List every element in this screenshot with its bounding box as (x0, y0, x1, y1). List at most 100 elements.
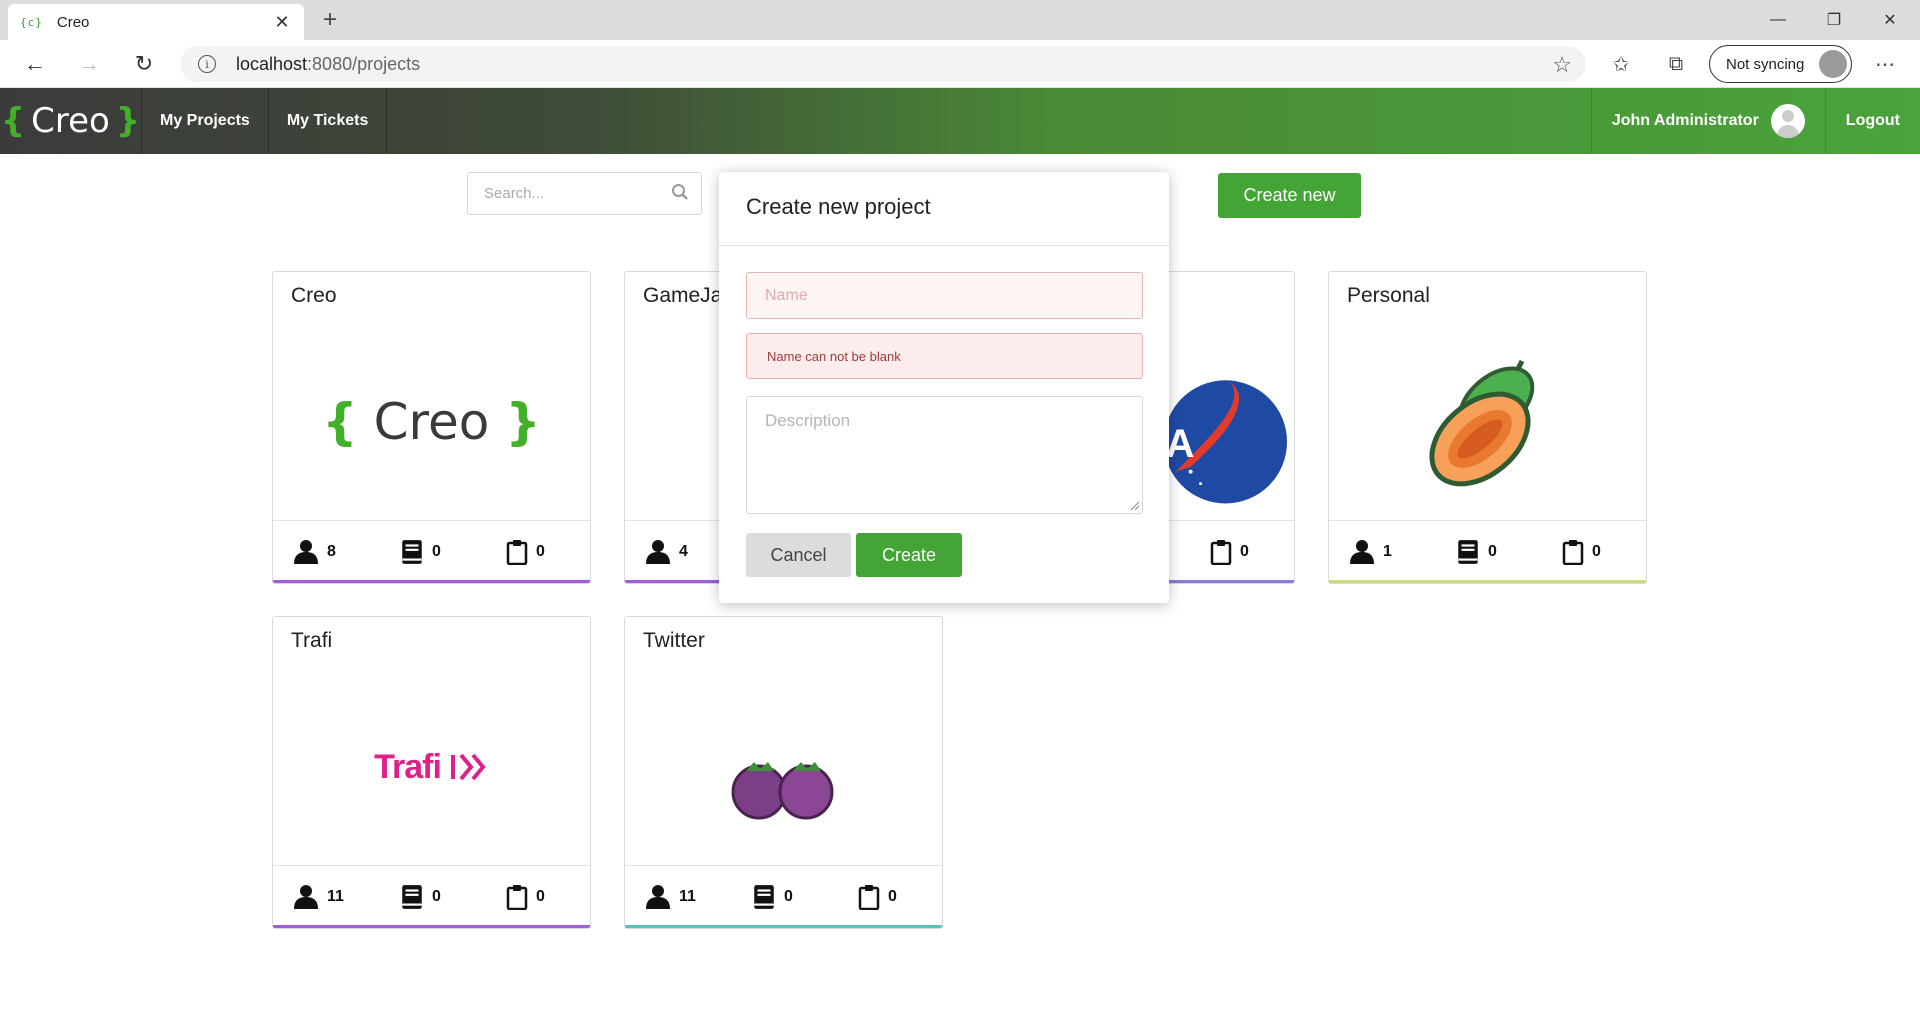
user-icon (1350, 540, 1374, 564)
search-placeholder: Search... (484, 185, 545, 202)
collections-icon[interactable]: ⧉ (1662, 50, 1690, 78)
project-title: Twitter (643, 629, 705, 652)
new-tab-icon[interactable]: + (316, 6, 344, 34)
svg-text:A: A (1166, 422, 1195, 466)
members-count: 11 (327, 888, 344, 905)
project-card-twitter[interactable]: Twitter 11 0 0 (624, 616, 943, 929)
favorite-star-icon[interactable]: ☆ (1552, 52, 1572, 78)
card-accent (273, 925, 590, 928)
browser-address-bar: ← → ↻ i localhost:8080/projects ☆ ✩ ⧉ No… (0, 40, 1920, 88)
project-card-creo[interactable]: Creo { Creo } 8 0 0 (272, 271, 591, 584)
more-menu-icon[interactable]: ⋯ (1871, 50, 1899, 78)
clipboard-icon (1562, 539, 1584, 565)
tickets-stat: 0 (506, 539, 545, 565)
resize-handle-icon[interactable] (1129, 500, 1139, 510)
user-icon (646, 885, 670, 909)
brand-text: Creo (31, 101, 110, 141)
window-close-icon[interactable]: ✕ (1862, 0, 1918, 40)
forward-icon[interactable]: → (73, 48, 105, 80)
search-input[interactable]: Search... (467, 172, 702, 215)
profile-avatar-icon (1819, 50, 1847, 78)
members-stat: 1 (1349, 539, 1392, 565)
modal-title: Create new project (746, 194, 931, 219)
tickets-count: 0 (1240, 543, 1249, 560)
tickets-count: 0 (536, 888, 545, 905)
brand-logo[interactable]: { Creo } (0, 88, 142, 154)
project-card-trafi[interactable]: Trafi Trafi 11 0 0 (272, 616, 591, 929)
user-icon (646, 540, 670, 564)
card-stats: 8 0 0 (273, 520, 590, 583)
url-field[interactable]: i localhost:8080/projects ☆ (180, 46, 1586, 82)
members-count: 1 (1383, 543, 1392, 560)
browser-tab[interactable]: {c} Creo ✕ (8, 4, 304, 40)
project-logo (1329, 322, 1646, 522)
logo-brace-open: { (322, 393, 358, 451)
sync-label: Not syncing (1726, 55, 1805, 73)
create-button[interactable]: Create (856, 533, 962, 577)
trafi-arrows-icon (450, 753, 486, 781)
clipboard-icon (1210, 539, 1232, 565)
name-placeholder: Name (765, 286, 808, 304)
members-count: 4 (679, 543, 688, 560)
minimize-icon[interactable]: — (1750, 0, 1806, 40)
tickets-stat: 0 (1562, 539, 1601, 565)
user-icon (294, 540, 318, 564)
card-stats: 11 0 0 (273, 865, 590, 928)
book-icon (754, 885, 774, 909)
back-icon[interactable]: ← (19, 48, 51, 80)
tab-favicon: {c} (20, 15, 43, 29)
book-icon (402, 885, 422, 909)
nav-my-tickets[interactable]: My Tickets (269, 88, 388, 154)
favorites-icon[interactable]: ✩ (1607, 50, 1635, 78)
create-new-button[interactable]: Create new (1218, 173, 1361, 218)
card-stats: 11 0 0 (625, 865, 942, 928)
description-textarea[interactable]: Description (746, 396, 1143, 514)
description-placeholder: Description (765, 411, 851, 430)
docs-count: 0 (784, 888, 793, 905)
reload-icon[interactable]: ↻ (128, 48, 160, 80)
members-stat: 4 (645, 539, 688, 565)
book-icon (1458, 540, 1478, 564)
tickets-stat: 0 (506, 884, 545, 910)
tickets-stat: 0 (1210, 539, 1249, 565)
url-path: :8080/projects (307, 53, 421, 74)
modal-divider (719, 245, 1169, 246)
project-logo (625, 667, 942, 867)
card-accent (1329, 580, 1646, 583)
card-stats: 1 0 0 (1329, 520, 1646, 583)
logo-text: Trafi (374, 747, 442, 786)
logo-text: Creo (373, 393, 490, 451)
name-error-message: Name can not be blank (746, 333, 1143, 379)
tab-close-icon[interactable]: ✕ (272, 12, 292, 33)
brand-brace-open: { (0, 101, 26, 141)
tickets-count: 0 (536, 543, 545, 560)
logout-link[interactable]: Logout (1826, 88, 1920, 154)
clipboard-icon (858, 884, 880, 910)
name-input[interactable]: Name (746, 272, 1143, 319)
cancel-button[interactable]: Cancel (746, 533, 851, 577)
docs-stat: 0 (752, 884, 793, 910)
project-title: Trafi (291, 629, 333, 652)
app-navbar: { Creo } My Projects My Tickets John Adm… (0, 88, 1920, 154)
project-card-personal[interactable]: Personal 1 0 0 (1328, 271, 1647, 584)
papaya-icon (1428, 359, 1534, 487)
members-stat: 11 (645, 884, 696, 910)
tickets-count: 0 (1592, 543, 1601, 560)
clipboard-icon (506, 539, 528, 565)
tickets-count: 0 (888, 888, 897, 905)
logo-brace-close: } (505, 393, 541, 451)
project-logo: Trafi (273, 667, 590, 867)
restore-icon[interactable]: ❐ (1806, 0, 1862, 40)
create-project-modal: Create new project Name Name can not be … (719, 172, 1169, 603)
user-name: John Administrator (1611, 112, 1759, 129)
docs-stat: 0 (400, 539, 441, 565)
nav-my-projects[interactable]: My Projects (142, 88, 269, 154)
clipboard-icon (506, 884, 528, 910)
sync-button[interactable]: Not syncing (1709, 45, 1852, 83)
site-info-icon[interactable]: i (198, 55, 216, 73)
members-count: 11 (679, 888, 696, 905)
tab-title: Creo (56, 13, 90, 31)
user-menu[interactable]: John Administrator (1590, 88, 1826, 154)
docs-count: 0 (432, 543, 441, 560)
browser-tab-bar: {c} Creo ✕ + — ❐ ✕ (0, 0, 1920, 40)
